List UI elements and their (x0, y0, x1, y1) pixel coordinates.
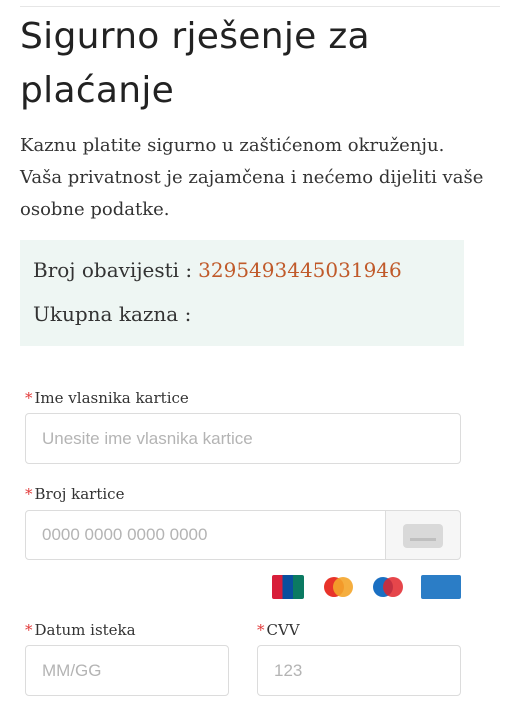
expiry-label: * Datum isteka (25, 621, 136, 639)
maestro-logo-icon (371, 575, 405, 599)
card-number-input[interactable] (25, 510, 386, 560)
credit-card-icon (403, 524, 443, 548)
required-mark: * (25, 389, 33, 407)
intro-text: Kaznu platite sigurno u zaštićenom okruž… (20, 135, 484, 220)
card-number-label-text: Broj kartice (34, 485, 125, 503)
page-title: Sigurno rješenje za plaćanje (20, 16, 370, 111)
expiry-date-input[interactable] (25, 645, 229, 696)
card-type-addon (385, 510, 461, 560)
expiry-label-text: Datum isteka (34, 621, 136, 639)
required-mark: * (257, 621, 265, 639)
cvv-label: * CVV (257, 621, 300, 639)
american-express-logo-icon (421, 575, 461, 599)
cvv-input[interactable] (257, 645, 461, 696)
notice-number-value: 3295493445031946 (198, 258, 402, 282)
cardholder-label: * Ime vlasnika kartice (25, 389, 189, 407)
required-mark: * (25, 621, 33, 639)
unionpay-logo-icon (272, 575, 304, 599)
total-fine-label: Ukupna kazna : (33, 302, 192, 326)
total-fine-row: Ukupna kazna : (33, 302, 197, 326)
top-divider (20, 6, 500, 7)
cardholder-label-text: Ime vlasnika kartice (34, 389, 189, 407)
notice-number-row: Broj obavijesti :3295493445031946 (33, 258, 402, 282)
card-number-label: * Broj kartice (25, 485, 124, 503)
mastercard-logo-icon (322, 575, 354, 599)
notice-number-label: Broj obavijesti : (33, 258, 193, 282)
cardholder-name-input[interactable] (25, 413, 461, 464)
fine-notice-box: Broj obavijesti :3295493445031946 Ukupna… (20, 240, 464, 346)
required-mark: * (25, 485, 33, 503)
cvv-label-text: CVV (266, 621, 300, 639)
